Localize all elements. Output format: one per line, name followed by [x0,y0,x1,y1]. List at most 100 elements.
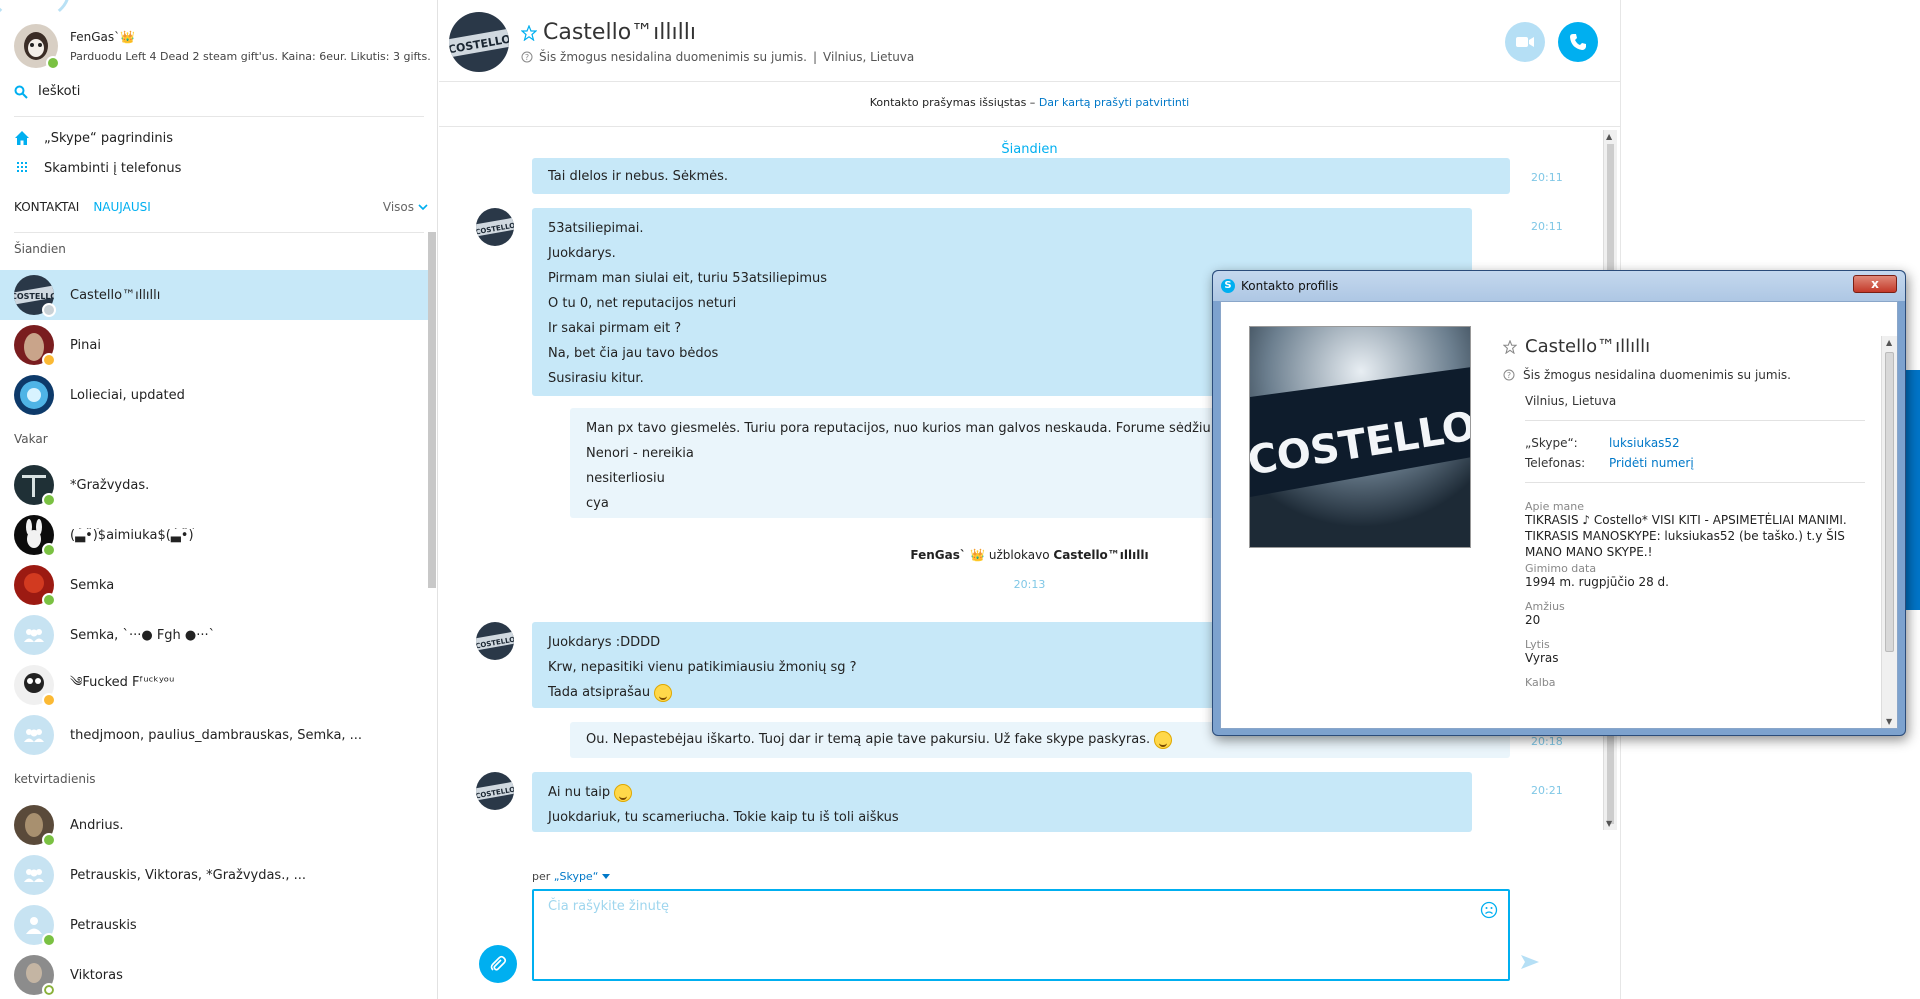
online-status-icon [42,833,56,847]
send-icon[interactable] [1520,953,1540,971]
conversation-title: Castello™ıllıllı [521,20,696,45]
message-input[interactable]: Čia rašykite žinutę [532,889,1510,981]
online-status-icon [46,56,60,70]
section-yesterday: Vakar [14,432,48,446]
recent-item[interactable]: Semka [0,560,428,610]
search-button[interactable]: Ieškoti [14,84,80,99]
skype-label: „Skype“: [1525,436,1578,450]
scroll-up-arrow-icon[interactable]: ▲ [1606,132,1612,141]
help-icon[interactable]: ? [1503,369,1515,381]
emoticon-icon[interactable] [1480,901,1498,919]
message-text: Tai dlelos ir nebus. Sėkmės. [548,169,729,184]
contact-avatar[interactable]: COSTELLO [449,12,509,72]
smile-emoticon-icon [1154,730,1173,749]
section-today: Šiandien [14,242,66,256]
message-line: 53atsiliepimai. [548,221,644,236]
recent-item[interactable]: Andrius. [0,800,428,850]
message-line: Ai nu taip [548,785,611,800]
tab-contacts[interactable]: KONTAKTAI [14,200,79,214]
my-name[interactable]: FenGas`👑 [70,30,135,44]
phone-label: Telefonas: [1525,456,1586,470]
recent-item[interactable]: (▃͡•͡)$aimiuka$(▃͡•͡) [0,510,428,560]
group-avatar [14,615,54,655]
divider [14,232,424,233]
birth-value: 1994 m. rugpjūčio 28 d. [1525,575,1669,589]
message-bubble[interactable]: Ai nu taip Juokdariuk, tu scameriucha. T… [532,772,1472,832]
divider [1525,482,1865,483]
away-status-icon [42,353,56,367]
recent-item[interactable]: COSTELLO Castello™ıllıllı [0,270,428,320]
request-status-text: Kontakto prašymas išsiųstas – [869,96,1039,109]
video-call-button[interactable] [1505,22,1545,62]
dialpad-icon [17,162,27,172]
avatar [14,375,54,415]
blocked-name: Castello™ıllıllı [1053,548,1149,562]
attach-button[interactable] [479,945,517,983]
profile-name-row: Castello™ıllıllı [1503,336,1650,357]
profile-skype-row: „Skype“: luksiukas52 [1525,436,1680,450]
online-status-icon [42,933,56,947]
nav-skype-home[interactable]: „Skype“ pagrindinis [14,130,173,146]
contact-info-line: ? Šis žmogus nesidalina duomenimis su ju… [521,50,914,64]
profile-phone-row: Telefonas: Pridėti numerį [1525,456,1694,470]
send-via-value: „Skype“ [553,870,599,883]
sender-avatar[interactable]: COSTELLO [476,622,514,660]
recent-item[interactable]: Semka, `···● Fgh ●···` [0,610,428,660]
paperclip-icon [490,955,507,971]
close-button[interactable]: x [1853,275,1897,293]
nav-call-phones-label: Skambinti į telefonus [44,160,182,176]
star-icon[interactable] [521,24,537,41]
tab-recent[interactable]: NAUJAUSI [93,200,150,214]
online-status-icon [42,593,56,607]
resend-request-link[interactable]: Dar kartą prašyti patvirtinti [1039,96,1189,109]
sender-avatar[interactable]: COSTELLO [476,208,514,246]
contact-name: Petrauskis [70,917,137,933]
message-line: Juokdarys. [548,246,616,261]
group-icon [24,729,44,742]
skype-logo-icon: S [1221,279,1235,293]
send-via-selector[interactable]: per „Skype“ [532,870,610,883]
add-phone-link[interactable]: Pridėti numerį [1609,456,1694,470]
recent-item[interactable]: ༄Fucked Fᶠᵘᶜᵏʸᵒᵘ [0,660,428,710]
window-titlebar[interactable]: S Kontakto profilis x [1213,271,1905,301]
contact-list-scrollbar[interactable] [428,232,436,588]
scroll-up-arrow-icon[interactable]: ▲ [1886,338,1892,347]
message-time: 20:21 [1531,784,1563,797]
profile-location: Vilnius, Lietuva [1525,394,1617,408]
nav-call-phones[interactable]: Skambinti į telefonus [14,160,181,176]
sender-avatar[interactable]: COSTELLO [476,772,514,810]
avatar [14,515,56,557]
contact-location: Vilnius, Lietuva [823,50,915,64]
svg-text:COSTELLO: COSTELLO [14,292,54,301]
message-input-placeholder: Čia rašykite žinutę [548,899,669,914]
recent-item[interactable]: Petrauskis [0,900,428,950]
filter-dropdown[interactable]: Visos [383,200,428,214]
contact-profile-window: S Kontakto profilis x COSTELLO Castello™… [1212,270,1906,736]
audio-call-button[interactable] [1558,22,1598,62]
recent-item[interactable]: Loliecіai, updated [0,370,428,420]
star-icon[interactable] [1503,339,1517,354]
group-avatar [14,855,54,895]
recent-item[interactable]: *Gražvydas. [0,460,428,510]
avatar [14,805,56,847]
send-via-prefix: per [532,870,554,883]
scroll-down-arrow-icon[interactable]: ▼ [1886,717,1892,726]
recent-item[interactable]: Pinai [0,320,428,370]
avatar [14,565,56,607]
recent-item[interactable]: Petrauskis, Viktoras, *Gražvydas., ... [0,850,428,900]
scroll-thumb[interactable] [1885,352,1894,652]
my-avatar[interactable] [14,24,60,70]
offline-status-icon [42,983,56,997]
profile-scrollbar[interactable]: ▲ ▼ [1881,336,1897,728]
skype-name-link[interactable]: luksiukas52 [1609,436,1680,450]
message-time: 20:18 [1531,735,1563,748]
recent-item[interactable]: Viktoras [0,950,428,999]
search-label: Ieškoti [38,84,81,99]
scroll-down-arrow-icon[interactable]: ▼ [1606,819,1612,828]
recent-item[interactable]: thedjmoon, paulius_dambrauskas, Semka, .… [0,710,428,760]
group-icon [24,629,44,642]
my-profile[interactable]: FenGas`👑 Parduodu Left 4 Dead 2 steam gi… [0,0,437,80]
help-icon[interactable]: ? [521,51,533,63]
message-bubble[interactable]: Tai dlelos ir nebus. Sėkmės. [532,158,1510,194]
my-mood-message[interactable]: Parduodu Left 4 Dead 2 steam gift'us. Ka… [70,50,431,63]
